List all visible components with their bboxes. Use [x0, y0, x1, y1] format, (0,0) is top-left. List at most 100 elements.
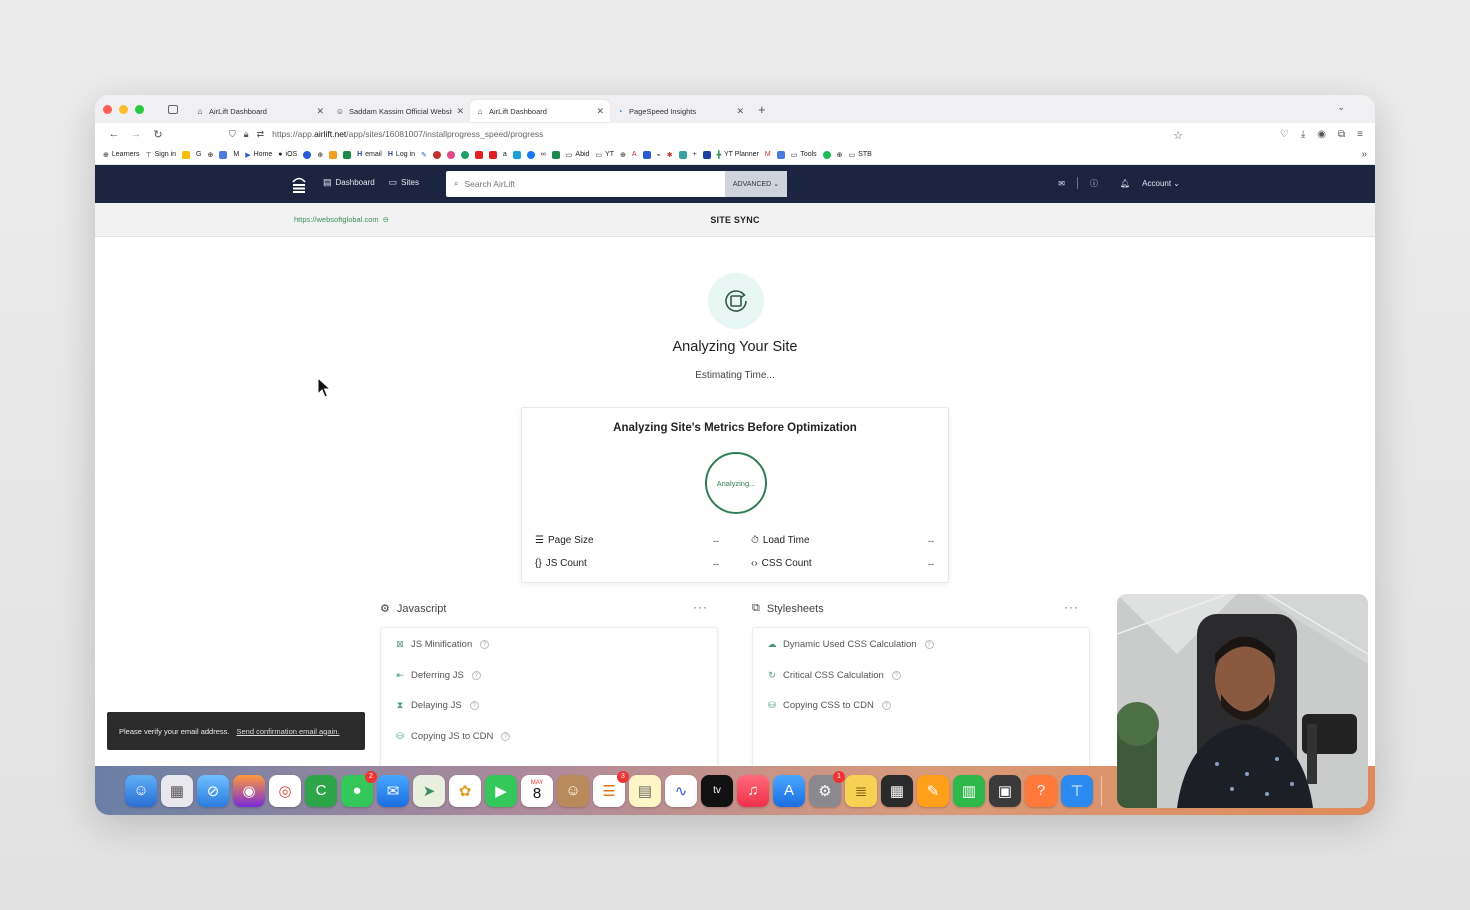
bookmark-globe-icon[interactable]: ⊕ [207, 151, 213, 159]
bookmark-square-icon[interactable] [678, 150, 687, 159]
pages-icon[interactable]: ✎ [917, 774, 949, 807]
minimize-window-button[interactable] [119, 104, 128, 114]
bookmark-log-in[interactable]: H Log in [388, 151, 415, 158]
help-icon[interactable]: ? [471, 671, 481, 680]
calendar-icon[interactable]: MAY 8 [521, 774, 553, 807]
close-window-button[interactable] [103, 104, 112, 114]
apple-tv-icon[interactable]: tv [701, 774, 733, 807]
back-arrow-icon[interactable]: ← [103, 128, 125, 140]
chrome-icon[interactable]: ◎ [269, 774, 301, 807]
extensions-icon[interactable]: ⧉ [1338, 129, 1345, 140]
bookmark-yt-planner[interactable]: ╋ YT Planner [717, 151, 759, 159]
help-icon[interactable]: ? [469, 701, 479, 710]
sidebar-toggle-icon[interactable] [168, 104, 178, 114]
account-menu[interactable]: Account ⌄ [1142, 179, 1180, 188]
bookmark-translate-icon[interactable] [219, 150, 228, 159]
tab-saddam-kassim[interactable]: ☺ Saddam Kassim Official Website ✕ [330, 100, 470, 122]
close-tab-icon[interactable]: ✕ [316, 106, 324, 117]
bookmark-adobe-icon[interactable]: A [632, 151, 637, 158]
bookmark-asterisk-icon[interactable]: ✱ [667, 151, 673, 159]
tab-airlift-1[interactable]: ⌂ AirLift Dashboard ✕ [190, 100, 330, 122]
close-tab-icon[interactable]: ✕ [736, 106, 744, 117]
numbers-icon[interactable]: ▥ [953, 774, 985, 807]
facetime-alt-icon[interactable]: C [305, 774, 337, 807]
nav-sites[interactable]: ▭ Sites [389, 177, 419, 188]
contacts-icon[interactable]: ☺ [557, 774, 589, 807]
stylesheets-more-icon[interactable]: ··· [1064, 600, 1079, 614]
freeform-icon[interactable]: ∿ [665, 774, 697, 807]
bookmark-home[interactable]: ▶ Home [245, 151, 272, 159]
bookmark-facebook-icon[interactable] [526, 150, 535, 159]
facetime-icon[interactable]: ▶ [485, 774, 517, 807]
advanced-search-button[interactable]: ADVANCED ⌄ [725, 171, 787, 197]
bookmark-learners[interactable]: ⊕ Learners [103, 151, 140, 159]
bookmark-link-icon[interactable]: ⌁ [657, 151, 661, 159]
preview-icon[interactable]: ▣ [989, 774, 1021, 807]
mail-app-icon[interactable]: ✉ [377, 774, 409, 807]
search-input[interactable] [464, 179, 725, 189]
help-icon[interactable]: ? [501, 732, 511, 741]
bookmark-yt[interactable]: ▭ YT [595, 151, 614, 159]
photos-icon[interactable]: ✿ [449, 774, 481, 807]
bookmarks-overflow-icon[interactable]: » [1361, 149, 1367, 160]
bookmark-youtube-icon[interactable] [474, 150, 483, 159]
bookmark-globe4-icon[interactable]: ⊕ [837, 151, 843, 159]
bookmark-email[interactable]: Hemail [357, 151, 382, 158]
download-icon[interactable]: ⤓ [1301, 129, 1305, 140]
bookmark-green-icon[interactable] [460, 150, 469, 159]
system-settings-icon[interactable]: ⚙︎ 1 [809, 770, 845, 807]
bell-icon[interactable]: 🔔︎ [1120, 179, 1130, 188]
new-tab-button[interactable]: + [758, 102, 766, 117]
bookmark-pen-icon[interactable]: ✎ [421, 151, 427, 159]
bookmark-youtube2-icon[interactable] [488, 150, 497, 159]
tab-list-chevron-icon[interactable]: ⌄ [1337, 102, 1345, 113]
close-tab-icon[interactable]: ✕ [596, 106, 604, 117]
bookmark-globe3-icon[interactable]: ⊕ [620, 151, 626, 159]
profile-icon[interactable]: ◉ [1317, 129, 1326, 140]
stickies-icon[interactable]: ≣ [845, 774, 877, 807]
reminders-icon[interactable]: ☰ 3 [593, 770, 629, 807]
bookmark-google-icon[interactable]: G [196, 151, 201, 158]
address-bar[interactable]: ⛉ 🔒︎ ⇄ https://app.airlift.net/app/sites… [229, 129, 1280, 140]
bookmark-red-icon[interactable] [432, 150, 441, 159]
help-icon[interactable]: ? [881, 701, 891, 710]
menu-icon[interactable]: ≡ [1357, 129, 1363, 140]
launchpad-icon[interactable]: ▦ [161, 774, 193, 807]
app-store-icon[interactable]: A [773, 774, 805, 807]
resend-confirmation-link[interactable]: Send confirmation email again. [236, 727, 339, 736]
bookmark-plus-icon[interactable] [551, 150, 560, 159]
messages-icon[interactable]: ● 2 [341, 770, 377, 807]
pocket-icon[interactable]: ♡ [1280, 129, 1289, 140]
help-icon[interactable]: ? [924, 640, 934, 649]
bookmark-plus2-icon[interactable]: + [693, 151, 697, 158]
help-icon[interactable]: ? [891, 671, 901, 680]
finder-icon[interactable]: ☺ [125, 774, 157, 807]
bookmark-chart-icon[interactable] [329, 150, 338, 159]
calculator-icon[interactable]: ▦ [881, 774, 913, 807]
safari-icon[interactable]: ⊘ [197, 774, 229, 807]
help-icon[interactable]: ? [480, 640, 490, 649]
music-icon[interactable]: ♫ [737, 774, 769, 807]
bookmark-grid-icon[interactable] [642, 150, 651, 159]
airlift-logo-icon[interactable] [291, 174, 307, 194]
forward-arrow-icon[interactable]: → [125, 128, 147, 140]
maps-icon[interactable]: ➤ [413, 774, 445, 807]
bookmark-translate2-icon[interactable] [776, 150, 785, 159]
bookmark-abid[interactable]: ▭ Abid [566, 151, 590, 159]
javascript-more-icon[interactable]: ··· [693, 600, 708, 614]
bookmark-ios[interactable]: ● iOS [278, 151, 297, 158]
nav-dashboard[interactable]: ▤ Dashboard [323, 177, 375, 188]
maximize-window-button[interactable] [135, 104, 144, 114]
mail-icon[interactable]: ✉ [1058, 179, 1065, 188]
bookmark-gx-icon[interactable] [343, 150, 352, 159]
close-tab-icon[interactable]: ✕ [456, 106, 464, 117]
page-settings-icon[interactable]: ⇄ [257, 129, 265, 140]
bookmark-gmail-icon[interactable]: M [233, 151, 239, 158]
bookmark-g-icon[interactable] [182, 150, 191, 159]
help-app-icon[interactable]: ? [1025, 774, 1057, 807]
bookmark-meta-icon[interactable]: ∞ [541, 151, 546, 158]
bookmark-i-icon[interactable] [702, 150, 711, 159]
bookmark-spotify-icon[interactable] [822, 150, 831, 159]
bookmark-blue-icon[interactable] [303, 150, 312, 159]
tab-airlift-active[interactable]: ⌂ AirLift Dashboard ✕ [470, 100, 610, 122]
